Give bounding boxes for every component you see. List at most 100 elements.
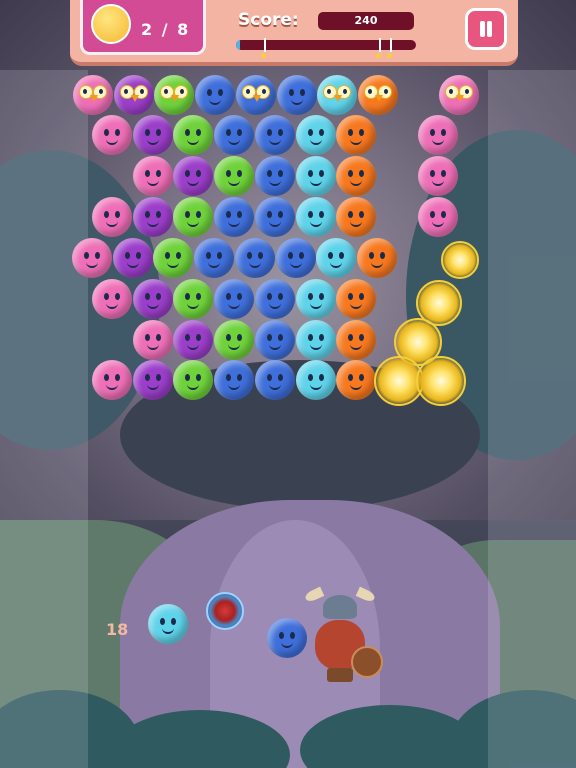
owl-counter-text: 2 / 8 [141,20,191,39]
purple-owl-bubble [114,75,154,115]
bubble-eye [300,89,305,96]
blue-bubble [214,197,254,237]
bubble-mouth [228,382,240,390]
bubble-eye [196,374,201,381]
bubble-eye [156,293,161,300]
bubble-eye [104,293,109,300]
blue-bubble [255,115,295,155]
bubble-mouth [249,260,261,268]
blue-bubble [214,115,254,155]
owl-eye [368,89,372,94]
blue-bubble [235,238,275,278]
bubble-eye [299,252,304,259]
blue-bubble [195,75,235,115]
star-icon: ★ [374,51,383,62]
green-bubble [173,115,213,155]
viking-legs [327,668,353,682]
bubble-eye [145,334,150,341]
owl-eye [140,89,144,94]
green-bubble [173,197,213,237]
bubble-mouth [86,260,98,268]
bubble-eye [237,129,242,136]
bubble-mouth [209,97,221,105]
bubble-eye [185,170,190,177]
playfield-left-edge [0,70,88,768]
bubble-eye [237,293,242,300]
bubble-eye [289,89,294,96]
owl-eye [343,89,347,94]
cyan-bubble [296,197,336,237]
bubble-mouth [310,178,322,186]
bubble-eye [145,170,150,177]
owl-eye [246,89,250,94]
bubble-eye [217,252,222,259]
bubble-eye [267,334,272,341]
bubble-mouth [147,137,159,145]
bubble-eye [226,129,231,136]
bubble-mouth [432,178,444,186]
bubble-eye [115,211,120,218]
bubble-eye [156,170,161,177]
blue-bubble [214,360,254,400]
bubble-eye [156,334,161,341]
orange-owl-bubble [358,75,398,115]
current-bubble[interactable] [267,618,307,658]
swap-bubble-button[interactable] [206,592,244,630]
purple-bubble [133,360,173,400]
bubble-mouth [269,342,281,350]
bubble-eye [145,374,150,381]
blue-bubble [255,360,295,400]
bubble-mouth [269,219,281,227]
bubble-eye [185,211,190,218]
cyan-bubble [296,320,336,360]
bubble-eye [237,334,242,341]
bubble-eye [237,374,242,381]
owl-beak [90,95,98,102]
bubble-eye [196,211,201,218]
bubble-eye [185,374,190,381]
bubble-eye [84,252,89,259]
viking-horn [303,586,325,604]
bubble-eye [185,129,190,136]
green-bubble [153,238,193,278]
bubble-mouth [228,342,240,350]
bubble-mouth [310,342,322,350]
owl-beak [456,95,464,102]
bubble-eye [226,211,231,218]
orange-bubble [336,197,376,237]
bubble-mouth [187,219,199,227]
pink-bubble [92,360,132,400]
owl-icon [91,4,131,44]
bubble-eye [136,252,141,259]
green-owl-bubble [154,75,194,115]
bubble-eye [359,334,364,341]
bubble-eye [278,129,283,136]
bubble-eye [348,170,353,177]
bubble-eye [441,129,446,136]
orange-bubble [336,360,376,400]
bubble-mouth [147,342,159,350]
bubble-eye [359,170,364,177]
bubble-eye [359,129,364,136]
star-threshold-marker [264,38,266,52]
bubble-eye [279,632,284,639]
bubble-mouth [228,137,240,145]
bubble-mouth [310,301,322,309]
pop-burst-effect [416,356,466,406]
bubble-eye [226,293,231,300]
next-bubble[interactable] [148,604,188,644]
shots-remaining: 18 [106,620,129,639]
bubble-eye [115,129,120,136]
score-label: Score: [238,10,299,30]
owl-eye [384,89,388,94]
bubble-mouth [187,342,199,350]
bubble-mouth [106,382,118,390]
viking-horn [355,586,377,604]
bubble-eye [308,293,313,300]
pause-button[interactable] [465,8,507,50]
bubble-mouth [269,301,281,309]
blue-bubble [255,156,295,196]
bubble-eye [218,89,223,96]
cyan-bubble [296,115,336,155]
bubble-eye [308,129,313,136]
